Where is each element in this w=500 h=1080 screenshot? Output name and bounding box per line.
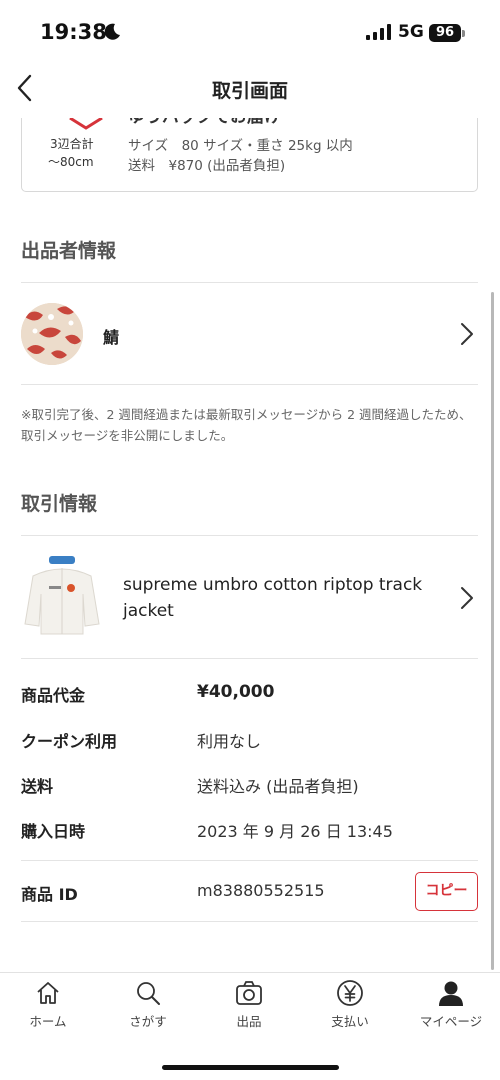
avatar (21, 303, 83, 365)
tab-label: 出品 (236, 1014, 262, 1029)
notice-text: ※取引完了後、2 週間経過または最新取引メッセージから 2 週間経過したため、取… (21, 407, 472, 443)
tab-bar: ホーム さがす 出品 支払い マイページ (0, 972, 500, 1080)
detail-value: ¥40,000 (197, 682, 275, 702)
home-icon (37, 982, 59, 1004)
tab-payment[interactable]: 支払い (300, 979, 400, 1039)
tab-label: ホーム (29, 1014, 67, 1029)
product-id-label: 商品 ID (21, 885, 78, 904)
dimension-label: 3辺合計 (50, 137, 94, 151)
tab-label: マイページ (419, 1014, 483, 1029)
detail-value: 利用なし (197, 732, 262, 751)
home-indicator (162, 1065, 339, 1070)
seller-section-heading: 出品者情報 (21, 240, 117, 262)
seller-name: 鯖 (103, 328, 120, 347)
divider (21, 860, 478, 861)
detail-row-price: 商品代金 ¥40,000 (0, 678, 500, 708)
scrollbar[interactable] (491, 292, 494, 970)
detail-row-shipping: 送料 送料込み (出品者負担) (0, 769, 500, 799)
detail-value: 送料込み (出品者負担) (197, 777, 359, 796)
product-title: supreme umbro cotton riptop track jacket (123, 575, 423, 621)
battery-tip (462, 30, 465, 37)
yen-icon (337, 980, 363, 1006)
detail-label: 商品代金 (21, 686, 86, 705)
network-label: 5G (398, 22, 424, 42)
chevron-right-icon (461, 587, 473, 609)
divider (21, 282, 478, 283)
detail-label: クーポン利用 (21, 732, 118, 751)
detail-label: 送料 (21, 777, 54, 796)
battery-icon: 96 (429, 24, 461, 42)
tab-home[interactable]: ホーム (0, 979, 98, 1039)
tab-label: さがす (129, 1014, 167, 1029)
tab-mypage[interactable]: マイページ (401, 979, 500, 1039)
copy-button[interactable]: コピー (415, 872, 478, 911)
search-icon (137, 982, 160, 1005)
detail-row-coupon: クーポン利用 利用なし (0, 724, 500, 754)
dimension-value: 〜80cm (48, 155, 94, 169)
moon-icon (104, 23, 120, 40)
status-bar: 19:38 5G 96 (0, 0, 500, 62)
tab-sell[interactable]: 出品 (199, 979, 299, 1039)
divider (21, 921, 478, 922)
detail-label: 購入日時 (21, 822, 86, 841)
product-id-value: m83880552515 (197, 881, 325, 900)
shipping-fee: 送料 ¥870 (出品者負担) (128, 158, 286, 174)
tab-label: 支払い (331, 1014, 369, 1029)
camera-icon (236, 981, 262, 1005)
product-row[interactable]: supreme umbro cotton riptop track jacket (0, 536, 500, 658)
product-thumbnail (19, 554, 105, 638)
divider (21, 658, 478, 659)
signal-icon (366, 24, 391, 40)
detail-value: 2023 年 9 月 26 日 13:45 (197, 822, 393, 841)
chevron-right-icon (461, 323, 473, 345)
seller-row[interactable]: 鯖 (0, 284, 500, 384)
shipping-size: サイズ 80 サイズ・重さ 25kg 以内 (128, 138, 353, 154)
divider (21, 384, 478, 385)
status-time: 19:38 (40, 20, 107, 44)
tab-search[interactable]: さがす (98, 979, 198, 1039)
page-title: 取引画面 (211, 80, 288, 102)
transaction-section-heading: 取引情報 (21, 493, 98, 515)
nav-header: 取引画面 (0, 62, 500, 118)
person-icon (439, 981, 463, 1006)
detail-row-purchase-date: 購入日時 2023 年 9 月 26 日 13:45 (0, 814, 500, 844)
